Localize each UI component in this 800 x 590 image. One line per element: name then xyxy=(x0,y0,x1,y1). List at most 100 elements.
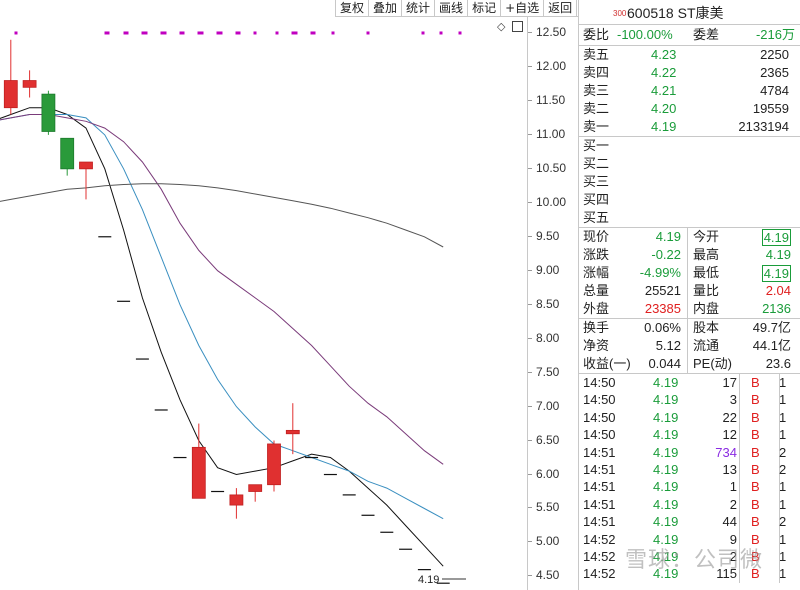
ask-volume: 2133194 xyxy=(738,119,789,134)
quote-row: 现价 4.19 今开 4.19 xyxy=(579,228,800,246)
tick-row[interactable]: 14:50 4.19 12 B 1 xyxy=(579,426,800,443)
tick-row[interactable]: 14:51 4.19 13 B 2 xyxy=(579,461,800,478)
tick-time: 14:51 xyxy=(583,479,616,495)
toolbar-stats-button[interactable]: 统计 xyxy=(402,0,436,16)
tick-time: 14:50 xyxy=(583,392,616,408)
quote-value: 23385 xyxy=(644,301,681,316)
tick-time: 14:52 xyxy=(583,531,616,547)
quote-value: 25521 xyxy=(644,283,681,298)
tick-side: B xyxy=(751,409,760,425)
tick-volume: 2 xyxy=(729,496,737,512)
tick-price: 4.19 xyxy=(653,375,679,390)
limit-marker xyxy=(200,31,204,35)
tick-row[interactable]: 14:51 4.19 1 B 1 xyxy=(579,478,800,495)
tick-row[interactable]: 14:50 4.19 17 B 1 xyxy=(579,374,800,391)
toolbar-mark-button[interactable]: 标记 xyxy=(468,0,502,16)
price-axis: 12.50 12.00 11.50 11.00 10.50 10.00 9.50 9.00 8.… xyxy=(527,16,578,590)
limit-marker xyxy=(294,31,298,35)
watermark: 雪球：公司微 xyxy=(625,548,764,573)
ask-label: 卖四 xyxy=(583,65,610,80)
candle-body xyxy=(79,161,93,170)
bid-row[interactable]: 买二 xyxy=(579,155,800,173)
ask-row[interactable]: 卖二 4.20 19559 xyxy=(579,100,800,118)
limit-marker xyxy=(125,31,129,35)
axis-tick-label: 5.50 xyxy=(527,500,560,515)
quote-label: 今开 xyxy=(693,229,720,244)
axis-tick-label: 10.00 xyxy=(527,194,567,209)
axis-tick-label: 8.50 xyxy=(527,296,560,311)
limit-marker xyxy=(312,31,316,35)
quote-label: 现价 xyxy=(583,229,610,244)
ma-line xyxy=(0,107,444,567)
kline-chart[interactable]: 4.19 xyxy=(0,0,527,590)
tick-row[interactable]: 14:51 4.19 2 B 1 xyxy=(579,496,800,513)
ask-row[interactable]: 卖四 4.22 2365 xyxy=(579,64,800,82)
candle-body xyxy=(285,429,300,435)
tick-side: B xyxy=(751,427,760,443)
bid-row[interactable]: 买一 xyxy=(579,137,800,155)
diamond-icon[interactable]: ◇ xyxy=(497,20,505,33)
ask-row[interactable]: 卖五 4.23 2250 xyxy=(579,46,800,64)
quote-row: 涨幅 -4.99% 最低 4.19 xyxy=(579,264,800,282)
limit-marker xyxy=(160,31,164,35)
ask-price: 4.19 xyxy=(651,119,677,134)
fund-value: 44.1亿 xyxy=(752,338,791,353)
bid-row[interactable]: 买五 xyxy=(579,209,800,227)
quote-label: 涨幅 xyxy=(583,265,610,280)
tick-price: 4.19 xyxy=(653,479,679,495)
tick-time: 14:52 xyxy=(583,566,616,582)
candle-body xyxy=(3,80,18,109)
ask-row[interactable]: 卖三 4.21 4784 xyxy=(579,82,800,100)
ask-label: 卖一 xyxy=(583,119,610,134)
maximize-icon[interactable] xyxy=(512,21,523,32)
bid-label: 买二 xyxy=(583,156,610,171)
ask-volume: 2365 xyxy=(760,65,789,80)
quote-label: 涨跌 xyxy=(583,247,610,262)
fund-row: 收益(一) 0.044 PE(动) 23.6 xyxy=(579,355,800,373)
bid-book: 买一 买二买三 买四买五 xyxy=(579,136,800,227)
axis-tick-label: 11.00 xyxy=(527,126,566,141)
ask-price: 4.23 xyxy=(651,47,677,62)
axis-tick-label: 7.00 xyxy=(527,398,560,413)
tick-row[interactable]: 14:50 4.19 22 B 1 xyxy=(579,409,800,426)
limit-marker xyxy=(14,31,18,35)
toolbar-overlay-button[interactable]: 叠加 xyxy=(369,0,403,16)
bid-label: 买四 xyxy=(583,192,610,207)
bid-row[interactable]: 买四 xyxy=(579,191,800,209)
axis-tick-label: 6.50 xyxy=(527,432,560,447)
tick-row[interactable]: 14:50 4.19 3 B 1 xyxy=(579,391,800,408)
quote-row: 外盘 23385 内盘 2136 xyxy=(579,300,800,318)
limit-marker xyxy=(197,31,201,35)
toolbar-fuquan-button[interactable]: 复权 xyxy=(336,0,370,16)
ask-row[interactable]: 卖一 4.19 2133194 xyxy=(579,118,800,136)
tick-side: B xyxy=(751,461,760,477)
security-header: 300 600518 ST康美 xyxy=(579,0,800,25)
tick-row[interactable]: 14:51 4.19 44 B 2 xyxy=(579,513,800,530)
limit-marker xyxy=(366,31,370,35)
tick-row[interactable]: 14:51 4.19 734 B 2 xyxy=(579,444,800,461)
quote-label: 总量 xyxy=(583,283,610,298)
toolbar-add-watch-button[interactable]: +自选 xyxy=(501,0,545,16)
candle-body xyxy=(41,93,56,132)
limit-marker xyxy=(141,31,145,35)
toolbar-draw-button[interactable]: 画线 xyxy=(435,0,469,16)
tick-side: B xyxy=(751,496,760,512)
tick-count: 1 xyxy=(779,375,787,390)
bid-row[interactable]: 买三 xyxy=(579,173,800,191)
quote-value: 2.04 xyxy=(765,283,791,298)
tick-side: B xyxy=(751,479,760,495)
quote-label: 外盘 xyxy=(583,301,610,316)
last-price-label: 4.19 xyxy=(418,574,439,586)
ask-volume: 19559 xyxy=(752,101,789,116)
tick-volume: 44 xyxy=(722,514,737,530)
ask-volume: 4784 xyxy=(760,83,789,98)
quote-value: 4.19 xyxy=(761,265,791,282)
limit-marker xyxy=(421,31,425,35)
quote-block: 现价 4.19 今开 4.19 涨跌 -0.22 最高 4.19 涨幅 -4.99% 最低 4.19 总… xyxy=(579,227,800,318)
candle-body xyxy=(60,137,75,170)
toolbar-back-button[interactable]: 返回 xyxy=(544,0,578,16)
tick-count: 2 xyxy=(779,514,787,530)
axis-tick-label: 9.00 xyxy=(527,262,560,277)
fund-value: 23.6 xyxy=(765,356,791,371)
axis-tick-label: 8.00 xyxy=(527,330,560,345)
